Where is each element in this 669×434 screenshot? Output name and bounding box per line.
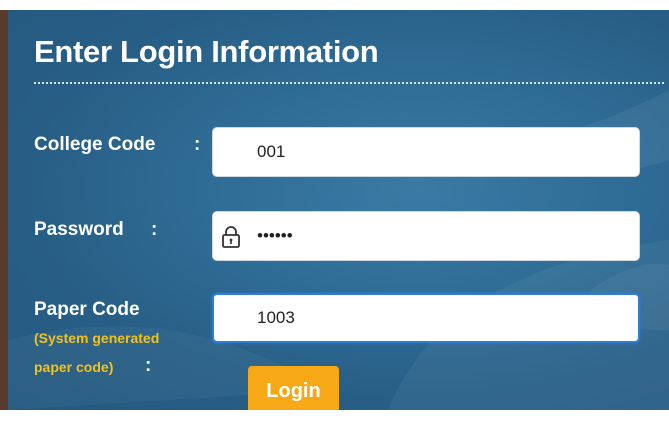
password-input[interactable] bbox=[257, 212, 627, 260]
left-edge-strip bbox=[0, 10, 8, 410]
college-code-field[interactable] bbox=[212, 127, 640, 177]
college-code-label: College Code bbox=[34, 134, 156, 155]
paper-code-hint-line1: (System generated bbox=[34, 330, 160, 346]
college-code-colon: : bbox=[194, 134, 201, 155]
paper-code-input[interactable] bbox=[257, 295, 627, 341]
login-button[interactable]: Login bbox=[248, 366, 339, 410]
password-label: Password bbox=[34, 219, 124, 240]
college-code-input[interactable] bbox=[257, 128, 627, 176]
title-divider bbox=[34, 82, 664, 84]
paper-code-field[interactable] bbox=[212, 293, 640, 343]
lock-icon bbox=[222, 226, 240, 248]
paper-code-label: Paper Code bbox=[34, 299, 140, 320]
background-swirl bbox=[8, 90, 669, 410]
password-colon: : bbox=[151, 219, 158, 240]
login-page: Enter Login Information College Code : P… bbox=[0, 0, 669, 434]
page-title: Enter Login Information bbox=[34, 34, 379, 69]
paper-code-hint-line2: paper code) bbox=[34, 359, 114, 375]
paper-code-colon: : bbox=[145, 355, 152, 376]
login-panel: Enter Login Information College Code : P… bbox=[8, 10, 669, 410]
password-field[interactable] bbox=[212, 211, 640, 261]
